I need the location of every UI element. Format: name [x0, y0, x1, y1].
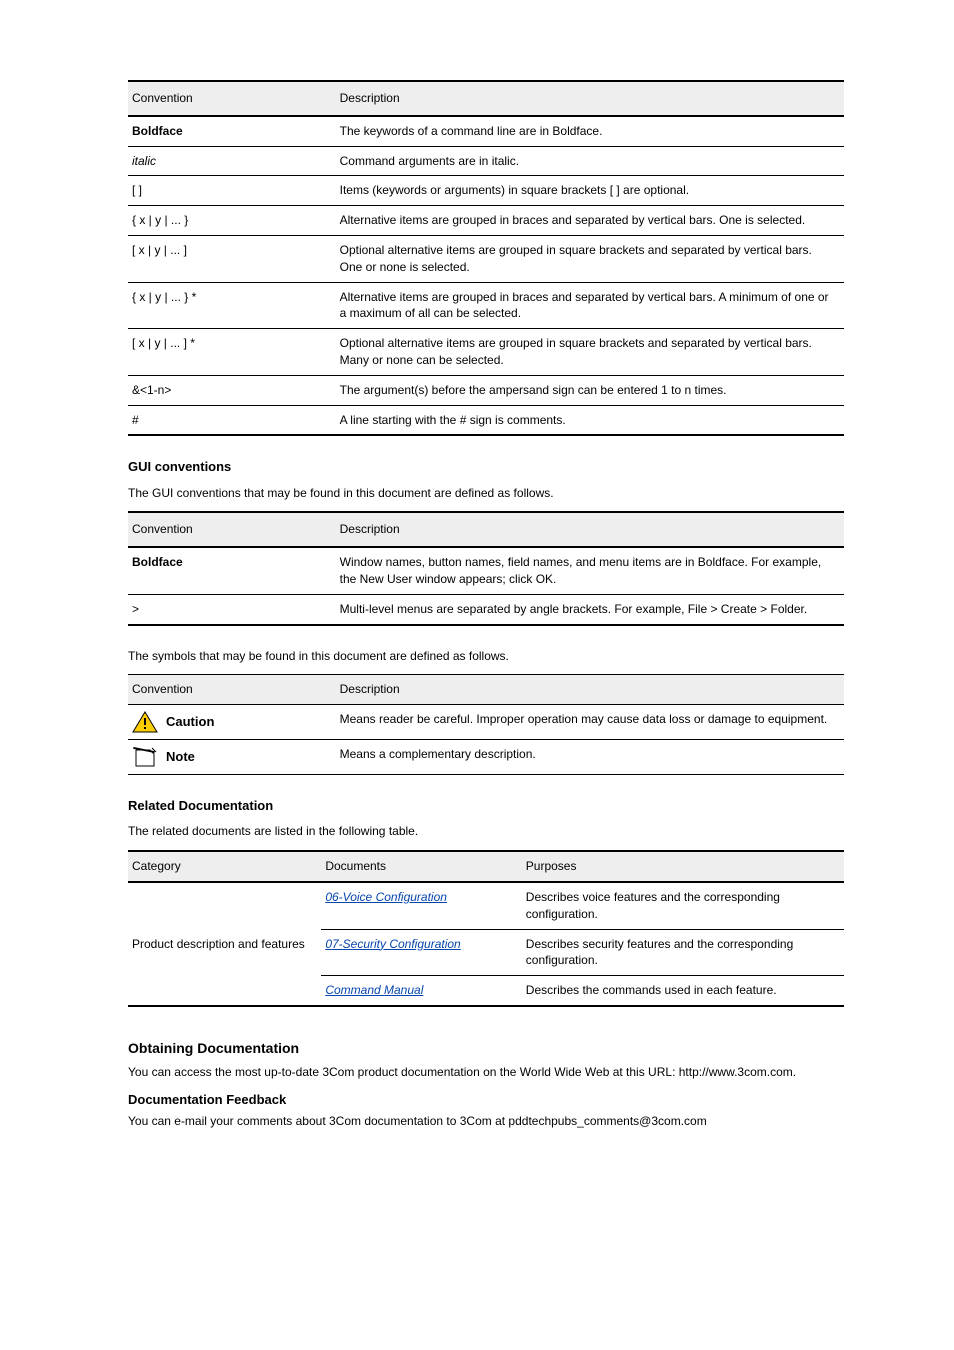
category-cell: Product description and features — [128, 882, 321, 1006]
table-row: [ ]Items (keywords or arguments) in squa… — [128, 176, 844, 206]
caution-desc: Means reader be careful. Improper operat… — [336, 705, 844, 740]
convention-cell: { x | y | ... } — [128, 206, 336, 236]
conventions-table: Convention Description BoldfaceThe keywo… — [128, 80, 844, 436]
description-cell: Optional alternative items are grouped i… — [336, 235, 844, 282]
related-doc-table: Category Documents Purposes Product desc… — [128, 850, 844, 1007]
convention-cell: # — [128, 405, 336, 435]
note-icon — [132, 746, 158, 768]
caution-label: Caution — [166, 713, 214, 731]
convention-cell: [ ] — [128, 176, 336, 206]
description-cell: The argument(s) before the ampersand sig… — [336, 375, 844, 405]
description-cell: Alternative items are grouped in braces … — [336, 282, 844, 329]
doc-link[interactable]: 06-Voice Configuration — [325, 890, 447, 904]
related-doc-lead: The related documents are listed in the … — [128, 823, 844, 840]
convention-cell: Boldface — [128, 547, 336, 594]
table-row: BoldfaceThe keywords of a command line a… — [128, 116, 844, 146]
table-row: Product description and features 06-Voic… — [128, 882, 844, 929]
description-cell: Optional alternative items are grouped i… — [336, 329, 844, 376]
description-cell: Command arguments are in italic. — [336, 146, 844, 176]
table-row: [ x | y | ... ] *Optional alternative it… — [128, 329, 844, 376]
table-row: BoldfaceWindow names, button names, fiel… — [128, 547, 844, 594]
description-cell: A line starting with the # sign is comme… — [336, 405, 844, 435]
col-purposes: Purposes — [522, 851, 844, 882]
table-row: italicCommand arguments are in italic. — [128, 146, 844, 176]
gui-conventions-lead: The GUI conventions that may be found in… — [128, 485, 844, 502]
convention-cell: [ x | y | ... ] — [128, 235, 336, 282]
obtain-doc-lead: You can access the most up-to-date 3Com … — [128, 1064, 844, 1081]
col-convention: Convention — [128, 675, 336, 705]
doc-link[interactable]: 07-Security Configuration — [325, 937, 460, 951]
convention-cell: Boldface — [128, 116, 336, 146]
convention-cell: > — [128, 594, 336, 624]
note-desc: Means a complementary description. — [336, 740, 844, 775]
col-category: Category — [128, 851, 321, 882]
convention-cell: italic — [128, 146, 336, 176]
table-row: { x | y | ... } *Alternative items are g… — [128, 282, 844, 329]
doc-feedback-heading: Documentation Feedback — [128, 1091, 844, 1109]
purpose-cell: Describes the commands used in each feat… — [522, 976, 844, 1006]
purpose-cell: Describes voice features and the corresp… — [522, 882, 844, 929]
note-label: Note — [166, 748, 195, 766]
gui-conventions-table: Convention Description BoldfaceWindow na… — [128, 511, 844, 625]
description-cell: Alternative items are grouped in braces … — [336, 206, 844, 236]
caution-icon — [132, 711, 158, 733]
table-row: #A line starting with the # sign is comm… — [128, 405, 844, 435]
col-description: Description — [336, 675, 844, 705]
description-cell: The keywords of a command line are in Bo… — [336, 116, 844, 146]
table-row: { x | y | ... }Alternative items are gro… — [128, 206, 844, 236]
description-cell: Items (keywords or arguments) in square … — [336, 176, 844, 206]
convention-cell: [ x | y | ... ] * — [128, 329, 336, 376]
col-description: Description — [336, 512, 844, 547]
table-row: Note Means a complementary description. — [128, 740, 844, 775]
gui-conventions-heading: GUI conventions — [128, 458, 844, 476]
table-row: >Multi-level menus are separated by angl… — [128, 594, 844, 624]
symbols-lead: The symbols that may be found in this do… — [128, 648, 844, 665]
table-row: [ x | y | ... ]Optional alternative item… — [128, 235, 844, 282]
doc-link[interactable]: Command Manual — [325, 983, 423, 997]
col-description: Description — [336, 81, 844, 116]
col-documents: Documents — [321, 851, 521, 882]
description-cell: Window names, button names, field names,… — [336, 547, 844, 594]
table-row: &<1-n>The argument(s) before the ampersa… — [128, 375, 844, 405]
description-cell: Multi-level menus are separated by angle… — [336, 594, 844, 624]
symbols-table: Convention Description Caution Means rea… — [128, 674, 844, 775]
doc-feedback-text: You can e-mail your comments about 3Com … — [128, 1113, 844, 1130]
purpose-cell: Describes security features and the corr… — [522, 929, 844, 976]
convention-cell: &<1-n> — [128, 375, 336, 405]
col-convention: Convention — [128, 512, 336, 547]
table-row: Caution Means reader be careful. Imprope… — [128, 705, 844, 740]
obtain-doc-heading: Obtaining Documentation — [128, 1039, 844, 1059]
col-convention: Convention — [128, 81, 336, 116]
related-doc-heading: Related Documentation — [128, 797, 844, 815]
convention-cell: { x | y | ... } * — [128, 282, 336, 329]
